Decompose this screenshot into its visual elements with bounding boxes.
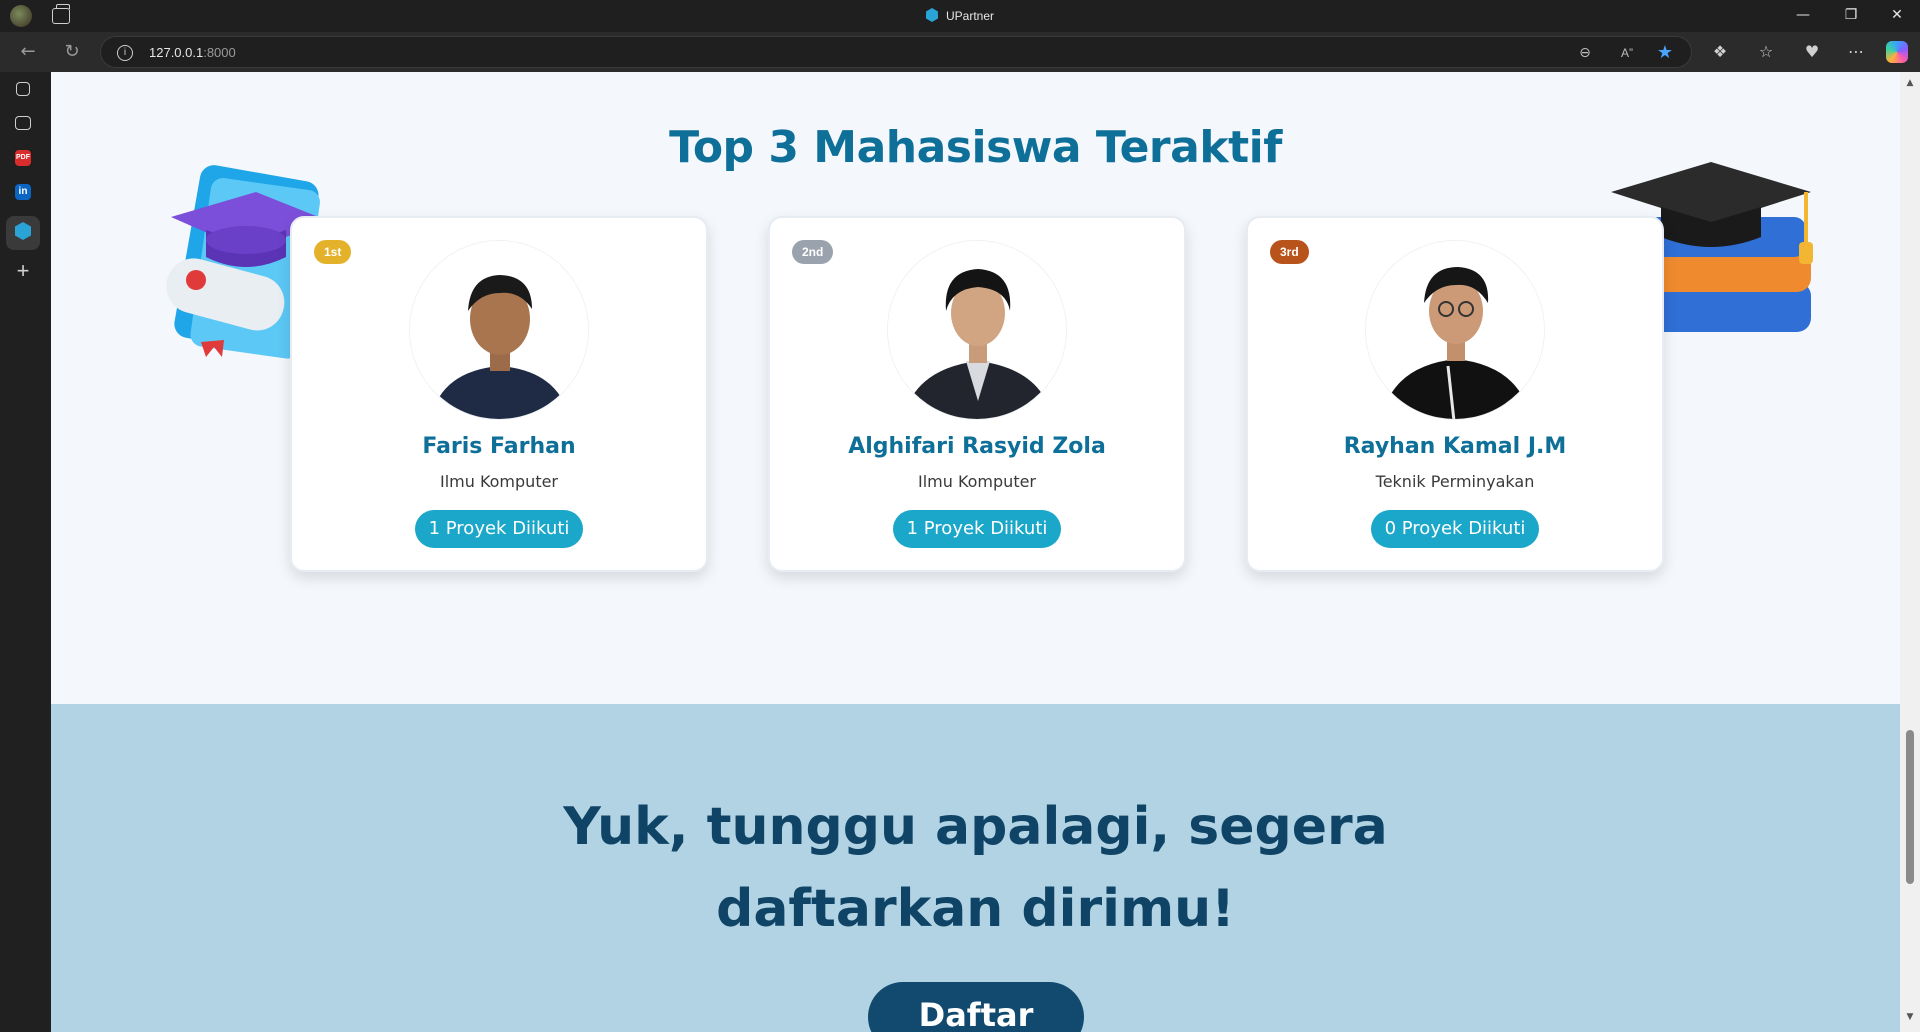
browser-essentials-icon[interactable]: ♥ — [1800, 40, 1824, 64]
student-card-1[interactable]: 1st Faris Farhan Ilmu Komputer 1 Proyek … — [290, 216, 708, 572]
student-major: Teknik Perminyakan — [1375, 472, 1535, 491]
address-bar[interactable]: i 127.0.0.1:8000 ⊖ A” ★ — [100, 36, 1692, 68]
student-major: Ilmu Komputer — [917, 472, 1037, 491]
page-content: Top 3 Mahasiswa Teraktif 1st Faris Farha… — [51, 72, 1900, 1032]
rank-badge: 3rd — [1270, 240, 1309, 264]
url-text[interactable]: 127.0.0.1:8000 — [149, 45, 236, 60]
upartner-favicon-icon — [925, 8, 938, 22]
minimize-button[interactable]: — — [1780, 0, 1826, 32]
scroll-down-arrow-icon[interactable]: ▼ — [1904, 1012, 1916, 1022]
site-info-icon[interactable]: i — [117, 45, 133, 61]
collections-icon[interactable] — [16, 82, 30, 96]
scrollbar-thumb[interactable] — [1906, 730, 1914, 884]
back-arrow-icon[interactable]: ← — [16, 40, 40, 64]
refresh-icon[interactable]: ↻ — [60, 40, 84, 64]
page-scrollbar[interactable] — [1900, 72, 1920, 1032]
url-host: 127.0.0.1 — [149, 45, 204, 60]
restore-button[interactable]: ❐ — [1828, 0, 1874, 32]
url-port: :8000 — [203, 45, 236, 60]
favorites-icon[interactable]: ☆ — [1754, 40, 1778, 64]
student-card-3[interactable]: 3rd Rayhan Kamal J.M Teknik Perminyakan … — [1246, 216, 1664, 572]
daftar-button[interactable]: Daftar — [868, 982, 1084, 1032]
student-photo-avatar — [1365, 240, 1545, 420]
student-photo-avatar — [409, 240, 589, 420]
window-title: UPartner — [0, 8, 1920, 23]
copilot-icon[interactable] — [1886, 41, 1908, 63]
scroll-up-arrow-icon[interactable]: ▲ — [1904, 78, 1916, 88]
browser-sidebar: PDF in + — [0, 72, 46, 1032]
cta-section: Yuk, tunggu apalagi, segera daftarkan di… — [51, 704, 1900, 1032]
favorite-star-icon[interactable]: ★ — [1655, 43, 1675, 63]
student-name: Rayhan Kamal J.M — [1343, 434, 1567, 459]
projects-count-pill[interactable]: 1 Proyek Diikuti — [892, 510, 1062, 548]
extensions-icon[interactable]: ❖ — [1708, 40, 1732, 64]
browser-title-bar: UPartner — ❐ ✕ — [0, 0, 1920, 32]
projects-count-pill[interactable]: 0 Proyek Diikuti — [1370, 510, 1540, 548]
window-title-text: UPartner — [945, 9, 995, 23]
read-aloud-icon[interactable]: A” — [1617, 43, 1637, 63]
student-major: Ilmu Komputer — [439, 472, 559, 491]
student-photo-avatar — [887, 240, 1067, 420]
more-options-icon[interactable]: ⋯ — [1844, 40, 1868, 64]
cta-title: Yuk, tunggu apalagi, segera daftarkan di… — [51, 786, 1900, 950]
cta-title-line1: Yuk, tunggu apalagi, segera — [563, 797, 1388, 857]
add-icon[interactable]: + — [12, 260, 34, 282]
linkedin-icon[interactable]: in — [15, 184, 31, 200]
projects-count-pill[interactable]: 1 Proyek Diikuti — [414, 510, 584, 548]
student-card-2[interactable]: 2nd Alghifari Rasyid Zola Ilmu Komputer … — [768, 216, 1186, 572]
browser-toolbar: ← ↻ i 127.0.0.1:8000 ⊖ A” ★ ❖ ☆ ♥ ⋯ — [0, 32, 1920, 72]
cta-title-line2: daftarkan dirimu! — [716, 879, 1235, 939]
pdf-icon[interactable]: PDF — [15, 150, 31, 166]
zoom-out-icon[interactable]: ⊖ — [1575, 43, 1595, 63]
rank-badge: 1st — [314, 240, 352, 264]
close-button[interactable]: ✕ — [1874, 0, 1920, 32]
student-name: Faris Farhan — [422, 434, 576, 459]
history-icon[interactable] — [15, 116, 31, 130]
rank-badge: 2nd — [792, 240, 834, 264]
student-name: Alghifari Rasyid Zola — [848, 434, 1106, 459]
